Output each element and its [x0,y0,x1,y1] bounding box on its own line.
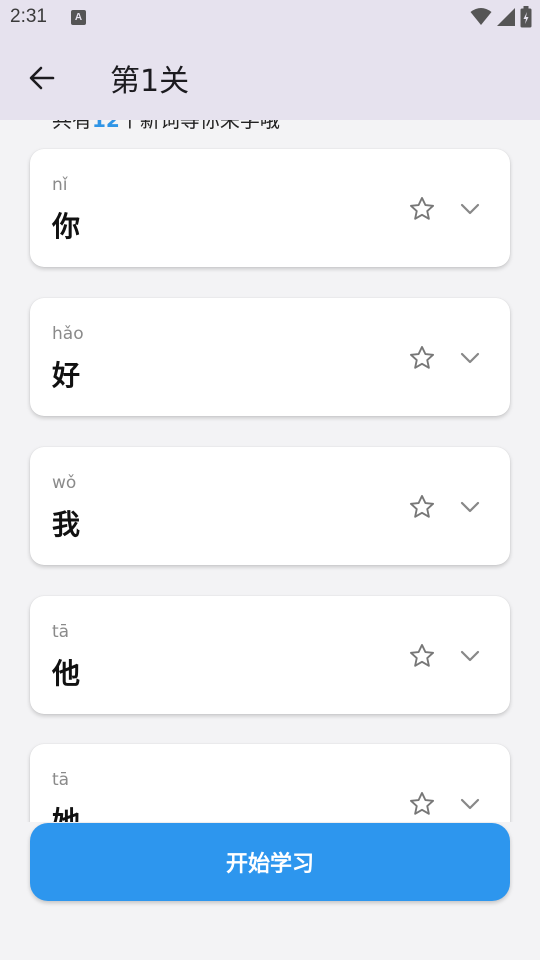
text-a-icon: A [71,10,86,25]
star-icon[interactable] [408,642,436,670]
intro-suffix: 个新词等你来学哦 [119,120,280,132]
start-learning-button[interactable]: 开始学习 [30,823,510,901]
word-hanzi: 我 [52,508,81,541]
app-bar: 第1关 [0,36,540,120]
word-card[interactable]: wǒ 我 [30,447,510,565]
signal-icon [497,8,515,26]
header: 2:31 A 第1关 [0,0,540,120]
page-title: 第1关 [110,64,190,99]
word-hanzi: 好 [52,359,81,392]
chevron-down-icon[interactable] [458,792,482,816]
word-count: 12 [92,120,120,132]
star-icon[interactable] [408,493,436,521]
word-pinyin: tā [52,770,70,790]
word-pinyin: nǐ [52,175,68,195]
word-card[interactable]: hǎo 好 [30,298,510,416]
screen: 2:31 A 第1关 共有12个新词等你来学哦 nǐ 你 hǎo 好 wǒ 我 … [0,0,540,960]
word-pinyin: tā [52,622,70,642]
star-icon[interactable] [408,344,436,372]
status-bar: 2:31 A [0,0,540,36]
star-icon[interactable] [408,790,436,818]
word-hanzi: 他 [52,657,81,690]
word-pinyin: wǒ [52,473,77,493]
chevron-down-icon[interactable] [458,197,482,221]
arrow-left-icon [29,66,55,90]
intro-prefix: 共有 [52,120,92,132]
star-icon[interactable] [408,195,436,223]
chevron-down-icon[interactable] [458,495,482,519]
word-card[interactable]: nǐ 你 [30,149,510,267]
chevron-down-icon[interactable] [458,644,482,668]
status-time: 2:31 [10,6,47,27]
wifi-icon [470,8,492,25]
back-button[interactable] [22,58,62,98]
word-card[interactable]: tā 他 [30,596,510,714]
status-icons [470,6,532,28]
word-hanzi: 你 [52,210,81,243]
word-pinyin: hǎo [52,324,84,344]
battery-icon [520,6,532,28]
intro-text: 共有12个新词等你来学哦 [52,120,280,133]
chevron-down-icon[interactable] [458,346,482,370]
